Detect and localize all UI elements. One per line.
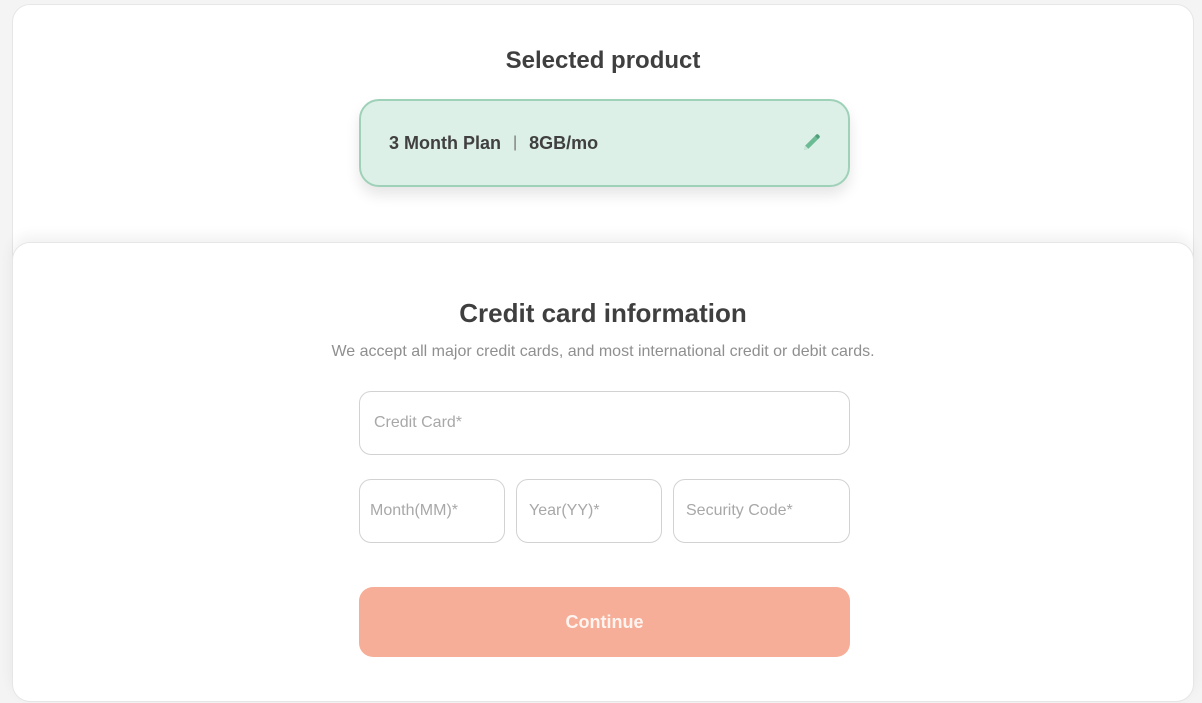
selected-product-title: Selected product [505,47,701,74]
security-code-input[interactable] [673,479,850,543]
credit-card-title: Credit card information [459,298,747,328]
credit-card-subtitle: We accept all major credit cards, and mo… [331,343,875,360]
credit-card-number-input[interactable] [359,391,850,455]
plan-data-allowance: 8GB/mo [529,132,599,153]
plan-name: 3 Month Plan [389,132,501,153]
plan-separator: | [513,134,518,151]
credit-card-form-card: Credit card information We accept all ma… [12,242,1194,702]
expiry-year-input[interactable] [516,479,662,543]
checkout-page: Selected product 3 Month Plan | 8GB/mo C… [0,0,1202,703]
selected-plan-pill[interactable]: 3 Month Plan | 8GB/mo [359,99,850,187]
continue-button[interactable]: Continue [359,587,850,657]
pencil-icon[interactable] [799,131,823,155]
expiry-month-input[interactable] [359,479,505,543]
